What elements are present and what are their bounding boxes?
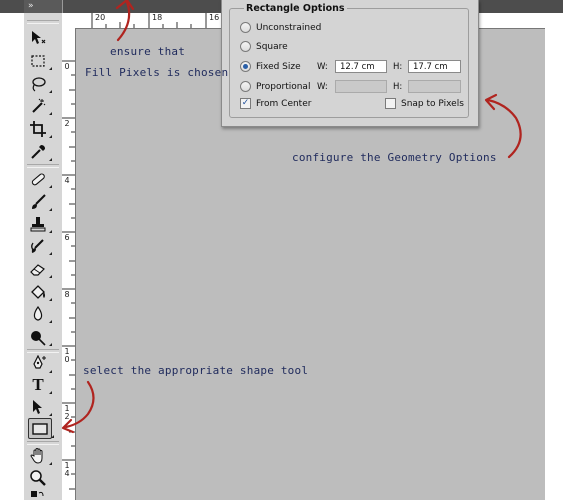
- annotation-fill-pixels-line2: Fill Pixels is chosen: [85, 66, 229, 79]
- from-center-checkbox[interactable]: ✓: [240, 98, 251, 109]
- proportional-height-label: H:: [393, 82, 403, 92]
- annotation-shape-tool: select the appropriate shape tool: [83, 364, 309, 377]
- blur-tool-icon[interactable]: [27, 304, 52, 323]
- move-tool-icon[interactable]: [27, 28, 49, 47]
- photoshop-workspace: » T 20 18 16 0 2 4 6 8 1 0 1 2 1 4 Recta…: [0, 0, 563, 500]
- ruler-label: 20: [95, 13, 106, 22]
- type-tool-glyph: T: [32, 374, 44, 394]
- proportional-width-field: [335, 80, 387, 93]
- from-center-label: From Center: [256, 98, 312, 109]
- ruler-label: 1 4: [64, 461, 70, 478]
- lasso-tool-icon[interactable]: [27, 74, 52, 93]
- snap-to-pixels-option[interactable]: Snap to Pixels: [385, 98, 464, 109]
- tools-panel-header[interactable]: »: [24, 0, 62, 13]
- proportional-option[interactable]: Proportional: [240, 81, 310, 92]
- fixed-size-label: Fixed Size: [256, 61, 301, 72]
- fixed-height-label: H:: [393, 62, 403, 72]
- unconstrained-radio[interactable]: [240, 22, 251, 33]
- proportional-radio[interactable]: [240, 81, 251, 92]
- ruler-label: 1 0: [64, 347, 70, 364]
- tools-panel: » T: [24, 0, 63, 500]
- rectangle-options-title: Rectangle Options: [244, 3, 347, 14]
- panel-divider: [27, 349, 59, 353]
- eyedropper-tool-icon[interactable]: [27, 142, 52, 161]
- ruler-label: 4: [64, 176, 70, 185]
- rectangle-options-panel: Rectangle Options Unconstrained Square F…: [221, 0, 479, 127]
- unconstrained-label: Unconstrained: [256, 22, 322, 33]
- annotation-geometry-options: configure the Geometry Options: [292, 151, 497, 164]
- proportional-label: Proportional: [256, 81, 311, 92]
- ruler-label: 6: [64, 233, 70, 242]
- square-radio[interactable]: [240, 41, 251, 52]
- snap-to-pixels-checkbox[interactable]: [385, 98, 396, 109]
- fixed-width-label: W:: [317, 62, 328, 72]
- clone-stamp-icon[interactable]: [27, 214, 52, 233]
- path-selection-icon[interactable]: [27, 397, 52, 416]
- fixed-size-radio[interactable]: [240, 61, 251, 72]
- ruler-origin[interactable]: [62, 13, 77, 29]
- marquee-tool-icon[interactable]: [27, 51, 52, 70]
- page-margin: [545, 13, 563, 500]
- square-label: Square: [256, 41, 288, 52]
- panel-divider: [27, 164, 59, 168]
- hand-tool-icon[interactable]: [27, 446, 52, 465]
- paint-bucket-icon[interactable]: [27, 282, 52, 301]
- crop-tool-icon[interactable]: [27, 119, 52, 138]
- history-brush-icon[interactable]: [27, 236, 52, 255]
- unconstrained-option[interactable]: Unconstrained: [240, 22, 321, 33]
- ruler-label: 2: [64, 119, 70, 128]
- annotation-fill-pixels-line1: ensure that: [110, 45, 186, 58]
- square-option[interactable]: Square: [240, 41, 288, 52]
- zoom-tool-icon[interactable]: [27, 468, 49, 487]
- ruler-label: 0: [64, 62, 70, 71]
- fixed-size-option[interactable]: Fixed Size: [240, 61, 301, 72]
- panel-grip[interactable]: [27, 20, 59, 24]
- collapse-panel-icon[interactable]: »: [28, 0, 33, 13]
- ruler-label: 18: [152, 13, 163, 22]
- healing-brush-icon[interactable]: [27, 169, 52, 188]
- brush-tool-icon[interactable]: [27, 192, 52, 211]
- panel-divider: [27, 441, 59, 445]
- pen-tool-icon[interactable]: [27, 354, 52, 373]
- proportional-width-label: W:: [317, 82, 328, 92]
- from-center-option[interactable]: ✓ From Center: [240, 98, 311, 109]
- magic-wand-tool-icon[interactable]: [27, 96, 52, 115]
- fixed-height-field[interactable]: 17.7 cm: [408, 60, 461, 73]
- rectangle-shape-icon[interactable]: [28, 418, 54, 439]
- dodge-tool-icon[interactable]: [27, 327, 52, 346]
- eraser-tool-icon[interactable]: [27, 259, 52, 278]
- ruler-label: 1 2: [64, 404, 70, 421]
- fixed-width-field[interactable]: 12.7 cm: [335, 60, 387, 73]
- type-tool-icon[interactable]: T: [27, 374, 52, 394]
- snap-to-pixels-label: Snap to Pixels: [401, 98, 464, 109]
- vertical-ruler[interactable]: 0 2 4 6 8 1 0 1 2 1 4: [62, 28, 76, 500]
- ruler-label: 8: [64, 290, 70, 299]
- proportional-height-field: [408, 80, 461, 93]
- ruler-label: 16: [209, 13, 220, 22]
- default-colors-icon[interactable]: [27, 489, 49, 500]
